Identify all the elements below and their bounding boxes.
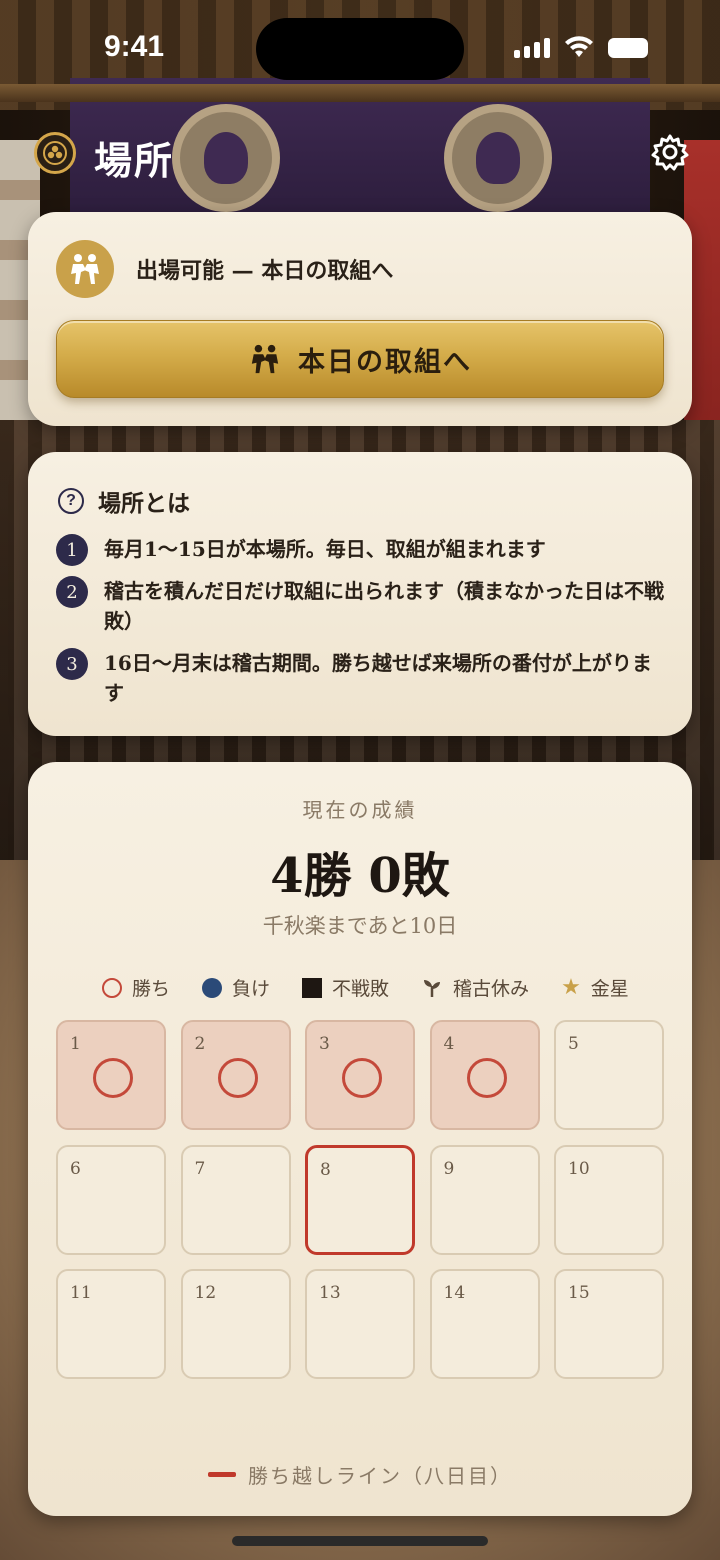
day-number: 10	[568, 1158, 590, 1179]
legend-loss-label: 負け	[232, 978, 271, 1000]
legend-win-label: 勝ち	[132, 978, 171, 1000]
day-number: 8	[320, 1159, 331, 1180]
day-number: 4	[443, 1034, 455, 1054]
day-cell[interactable]: 10	[554, 1144, 664, 1255]
record-score: 4勝 0敗	[270, 848, 450, 904]
rule-item: 3 16日〜月末は稽古期間。勝ち越せば来場所の番付が上がります	[56, 648, 666, 708]
legend-fusen-label: 不戦敗	[332, 978, 390, 1000]
day-cell[interactable]: 6	[56, 1144, 166, 1255]
day-number: 6	[70, 1158, 81, 1179]
rule-number: 1	[56, 534, 88, 566]
entry-card: 出場可能 — 本日の取組へ 本日の取組へ	[28, 212, 692, 426]
day-cell[interactable]: 13	[305, 1269, 415, 1379]
sprout-icon	[424, 979, 441, 997]
day-cell[interactable]: 12	[180, 1269, 291, 1379]
rule-number: 2	[56, 576, 88, 608]
day-number: 2	[194, 1034, 206, 1054]
legend-rest-label: 稽古休み	[453, 978, 530, 1000]
today-bout-button[interactable]: 本日の取組へ	[56, 320, 664, 398]
day-cell[interactable]: 8	[305, 1144, 415, 1255]
rule-text: 稽古を積んだ日だけ取組に出られます（積まなかった日は不戦敗）	[104, 579, 664, 633]
legend-win: 勝ち	[102, 974, 170, 1001]
info-title-label: 場所とは	[98, 490, 190, 517]
day-cell[interactable]: 14	[429, 1269, 540, 1379]
legend-kinboshi: ★ 金星	[561, 974, 629, 1001]
dynamic-island	[256, 18, 464, 80]
kachikoshi-label: 勝ち越しライン（八日目）	[248, 1464, 512, 1488]
result-legend: 勝ち 負け 不戦敗 稽古休み ★ 金星	[102, 974, 629, 1001]
day-cell[interactable]: 15	[554, 1269, 664, 1379]
home-indicator[interactable]	[232, 1536, 488, 1546]
wifi-icon	[564, 36, 594, 58]
day-number: 5	[568, 1034, 579, 1054]
win-circle-icon	[93, 1058, 133, 1098]
day-cell[interactable]: 11	[56, 1269, 166, 1379]
app-logo-icon	[34, 132, 76, 174]
info-card: ? 場所とは 1 毎月1〜15日が本場所。毎日、取組が組まれます 2 稽古を積ん…	[28, 452, 692, 736]
info-title: ? 場所とは	[58, 484, 190, 518]
question-icon: ?	[58, 488, 84, 514]
win-circle-icon	[217, 1058, 258, 1098]
entry-status: 出場可能 — 本日の取組へ	[56, 240, 393, 298]
entry-status-text: 出場可能 — 本日の取組へ	[136, 258, 394, 284]
legend-kinboshi-label: 金星	[590, 978, 629, 1000]
day-cell[interactable]: 3	[305, 1020, 415, 1130]
battery-icon	[608, 38, 648, 58]
day-number: 9	[443, 1158, 455, 1179]
day-number: 14	[443, 1283, 466, 1303]
status-time: 9:41	[104, 30, 165, 63]
win-circle-icon	[466, 1058, 507, 1098]
day-cell[interactable]: 7	[180, 1144, 291, 1255]
day-number: 12	[194, 1283, 217, 1303]
day-number: 11	[70, 1283, 92, 1303]
wrestlers-icon	[56, 240, 114, 298]
day-cell[interactable]: 1	[56, 1020, 166, 1130]
status-icons	[514, 36, 648, 58]
star-icon: ★	[561, 974, 581, 1000]
rule-text: 毎月1〜15日が本場所。毎日、取組が組まれます	[104, 537, 546, 561]
legend-loss: 負け	[202, 974, 270, 1001]
status-bar: 9:41	[0, 0, 720, 96]
header: 場所	[34, 128, 690, 183]
wrestlers-icon	[251, 344, 279, 374]
gear-icon[interactable]	[650, 132, 690, 172]
basho-day-grid: 1 2 3 4 5 6 7 8 9 10 11 12 13 14 15	[56, 1020, 664, 1379]
day-number: 1	[70, 1034, 81, 1054]
win-circle-icon	[342, 1058, 382, 1098]
day-number: 15	[568, 1283, 590, 1303]
today-bout-button-label: 本日の取組へ	[298, 346, 472, 378]
record-card: 現在の成績 4勝 0敗 千秋楽まであと10日 勝ち 負け 不戦敗 稽古休み ★ …	[28, 762, 692, 1516]
record-label: 現在の成績	[302, 798, 418, 822]
kachikoshi-line-legend: 勝ち越しライン（八日目）	[28, 1460, 692, 1489]
rule-item: 1 毎月1〜15日が本場所。毎日、取組が組まれます	[56, 534, 666, 566]
page-title: 場所	[94, 138, 175, 183]
day-cell[interactable]: 2	[180, 1020, 291, 1130]
rule-number: 3	[56, 648, 88, 680]
day-number: 7	[194, 1158, 206, 1179]
day-cell[interactable]: 9	[429, 1144, 540, 1255]
day-number: 13	[319, 1283, 341, 1303]
rule-item: 2 稽古を積んだ日だけ取組に出られます（積まなかった日は不戦敗）	[56, 576, 666, 636]
day-cell[interactable]: 5	[554, 1020, 664, 1130]
rule-text: 16日〜月末は稽古期間。勝ち越せば来場所の番付が上がります	[104, 651, 652, 705]
signal-icon	[514, 38, 550, 58]
day-cell[interactable]: 4	[429, 1020, 540, 1130]
days-remaining: 千秋楽まであと10日	[262, 914, 458, 938]
red-line-icon	[208, 1472, 236, 1477]
legend-fusen: 不戦敗	[302, 974, 389, 1001]
legend-rest: 稽古休み	[421, 974, 529, 1001]
win-circle-icon	[102, 977, 122, 998]
day-number: 3	[319, 1034, 330, 1054]
loss-circle-icon	[202, 977, 223, 998]
default-square-icon	[302, 977, 323, 998]
